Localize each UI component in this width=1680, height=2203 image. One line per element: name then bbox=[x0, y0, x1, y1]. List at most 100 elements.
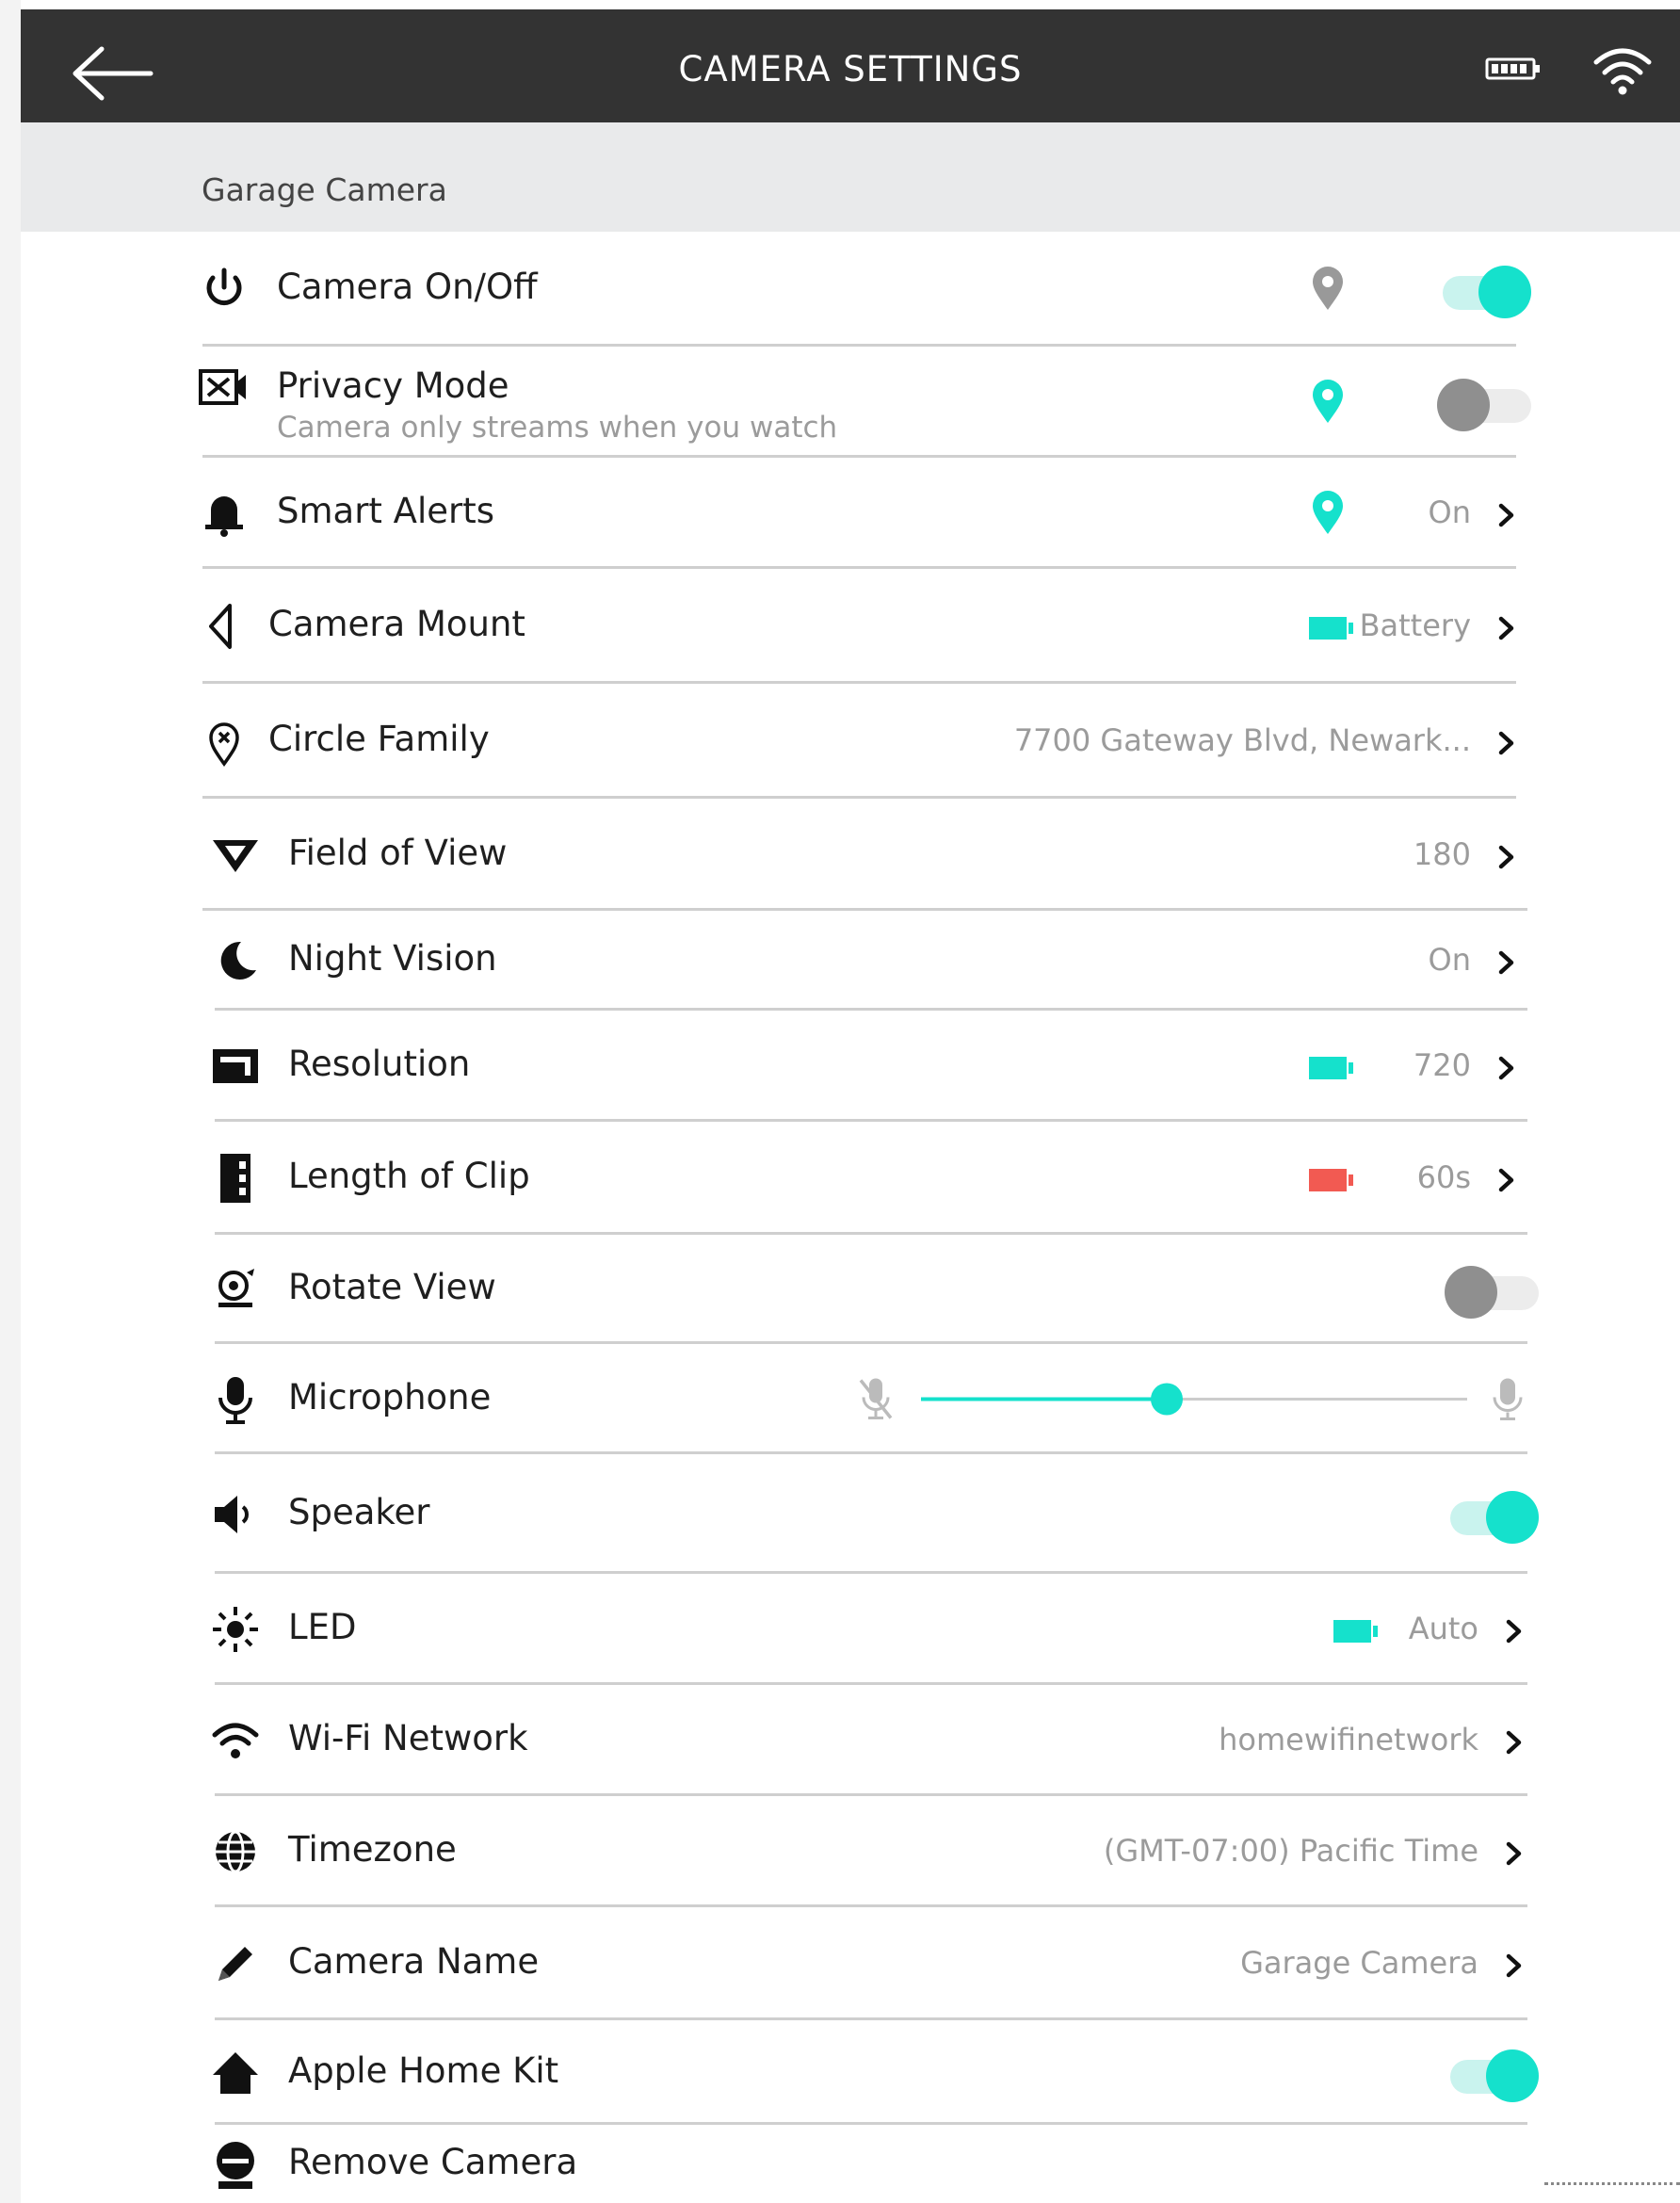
settings-row-night-vision[interactable]: Night Vision On bbox=[0, 911, 1680, 1011]
row-label: Speaker bbox=[288, 1491, 430, 1532]
slider-graphic[interactable] bbox=[0, 1344, 1680, 1454]
chevron-right-icon[interactable] bbox=[1495, 1166, 1518, 1194]
home-icon bbox=[213, 2051, 258, 2094]
wifi-status-icon bbox=[1593, 48, 1652, 95]
battery-indicator-icon bbox=[1333, 1620, 1378, 1643]
power-icon bbox=[206, 267, 242, 305]
row-label: Rotate View bbox=[288, 1267, 496, 1307]
speaker-icon bbox=[215, 1495, 249, 1533]
settings-row-wi-fi-network[interactable]: Wi-Fi Network homewifinetwork bbox=[0, 1685, 1680, 1796]
page-title: CAMERA SETTINGS bbox=[678, 49, 1023, 89]
film-strip-icon bbox=[220, 1154, 250, 1203]
location-pin-icon bbox=[1313, 266, 1343, 310]
section-header: Garage Camera bbox=[21, 122, 1680, 232]
field-of-view-icon bbox=[213, 839, 258, 872]
microphone-volume-slider[interactable] bbox=[0, 1344, 1680, 1454]
slider-knob[interactable] bbox=[1151, 1383, 1183, 1416]
settings-row-circle-family[interactable]: Circle Family 7700 Gateway Blvd, Newark..… bbox=[0, 684, 1680, 799]
privacy-camera-icon bbox=[199, 369, 246, 405]
toggle-knob bbox=[1478, 265, 1531, 318]
chevron-right-icon[interactable] bbox=[1495, 843, 1518, 871]
row-label: Circle Family bbox=[268, 719, 490, 759]
row-label: LED bbox=[288, 1607, 357, 1647]
location-pin-icon bbox=[1313, 491, 1343, 534]
location-icon bbox=[209, 722, 239, 768]
battery-indicator-icon bbox=[1309, 1169, 1353, 1191]
chevron-right-icon[interactable] bbox=[1495, 729, 1518, 757]
chevron-right-icon[interactable] bbox=[1495, 501, 1518, 529]
chevron-right-icon[interactable] bbox=[1495, 1054, 1518, 1082]
row-label: Resolution bbox=[288, 1044, 471, 1084]
row-value: 720 bbox=[1413, 1047, 1471, 1083]
settings-row-field-of-view[interactable]: Field of View 180 bbox=[0, 799, 1680, 911]
battery-indicator-icon bbox=[1309, 1057, 1353, 1079]
row-label: Wi-Fi Network bbox=[288, 1718, 528, 1758]
toggle-switch[interactable] bbox=[1445, 1260, 1539, 1319]
toggle-switch[interactable] bbox=[1437, 373, 1531, 431]
toggle-switch[interactable] bbox=[1445, 2044, 1539, 2102]
row-label: Smart Alerts bbox=[277, 491, 495, 531]
mute-mic-icon bbox=[859, 1378, 893, 1419]
wifi-icon bbox=[212, 1723, 259, 1758]
row-label: Camera On/Off bbox=[277, 266, 538, 307]
row-value: (GMT-07:00) Pacific Time bbox=[1103, 1833, 1478, 1869]
remove-camera-icon bbox=[217, 2141, 254, 2189]
toggle-switch[interactable] bbox=[1445, 1485, 1539, 1544]
toggle-knob bbox=[1445, 1266, 1497, 1319]
battery-status-icon bbox=[1485, 57, 1540, 80]
row-label: Night Vision bbox=[288, 938, 497, 979]
row-label: Camera Name bbox=[288, 1941, 540, 1982]
settings-row-length-of-clip[interactable]: Length of Clip 60s bbox=[0, 1122, 1680, 1235]
row-value: Battery bbox=[1359, 607, 1471, 643]
led-icon bbox=[213, 1607, 258, 1652]
row-label: Remove Camera bbox=[288, 2141, 578, 2182]
globe-icon bbox=[216, 1830, 255, 1873]
row-label: Apple Home Kit bbox=[288, 2049, 559, 2091]
row-label: Camera Mount bbox=[268, 604, 525, 644]
settings-row-privacy-mode[interactable]: Privacy Mode Camera only streams when you… bbox=[0, 347, 1680, 458]
toggle-switch[interactable] bbox=[1437, 260, 1531, 318]
pencil-icon bbox=[218, 1947, 252, 1981]
location-pin-icon bbox=[1313, 380, 1343, 423]
moon-icon bbox=[220, 941, 256, 980]
chevron-right-icon[interactable] bbox=[1503, 1839, 1526, 1868]
row-label: Timezone bbox=[288, 1829, 457, 1870]
row-value: 180 bbox=[1413, 835, 1471, 872]
row-value: homewifinetwork bbox=[1219, 1722, 1478, 1758]
settings-row-timezone[interactable]: Timezone (GMT-07:00) Pacific Time bbox=[0, 1796, 1680, 1907]
settings-row-speaker[interactable]: Speaker bbox=[0, 1454, 1680, 1574]
chevron-right-icon[interactable] bbox=[1495, 948, 1518, 977]
row-value: Auto bbox=[1408, 1611, 1478, 1646]
settings-row-resolution[interactable]: Resolution 720 bbox=[0, 1011, 1680, 1122]
settings-row-apple-home-kit[interactable]: Apple Home Kit bbox=[0, 2020, 1680, 2125]
dotted-divider bbox=[1544, 2182, 1680, 2185]
row-value: On bbox=[1428, 494, 1471, 530]
rotate-camera-icon bbox=[218, 1269, 254, 1307]
settings-row-remove-camera[interactable]: Remove Camera bbox=[0, 2125, 1680, 2203]
row-value: 7700 Gateway Blvd, Newark... bbox=[1013, 722, 1471, 758]
row-sublabel: Camera only streams when you watch bbox=[277, 411, 838, 445]
chevron-right-icon[interactable] bbox=[1495, 614, 1518, 642]
toggle-knob bbox=[1486, 1490, 1539, 1544]
settings-row-smart-alerts[interactable]: Smart Alerts On bbox=[0, 458, 1680, 569]
camera-settings-screen: CAMERA SETTINGS Garage Camera Camera On/… bbox=[0, 0, 1680, 2203]
bell-icon bbox=[205, 496, 243, 537]
settings-row-microphone[interactable]: Microphone bbox=[0, 1344, 1680, 1454]
settings-row-rotate-view[interactable]: Rotate View bbox=[0, 1235, 1680, 1344]
toggle-knob bbox=[1486, 2049, 1539, 2102]
chevron-right-icon[interactable] bbox=[1503, 1952, 1526, 1980]
section-label: Garage Camera bbox=[202, 171, 447, 208]
app-header: CAMERA SETTINGS bbox=[21, 9, 1680, 122]
mount-icon bbox=[209, 604, 232, 649]
settings-row-led[interactable]: LED Auto bbox=[0, 1574, 1680, 1685]
settings-row-camera-mount[interactable]: Camera Mount Battery bbox=[0, 569, 1680, 684]
settings-row-camera-name[interactable]: Camera Name Garage Camera bbox=[0, 1907, 1680, 2020]
settings-row-camera-on-off[interactable]: Camera On/Off bbox=[0, 231, 1680, 347]
resolution-icon bbox=[213, 1049, 258, 1083]
chevron-right-icon[interactable] bbox=[1503, 1728, 1526, 1757]
toggle-knob bbox=[1437, 379, 1490, 431]
battery-indicator-icon bbox=[1309, 617, 1353, 640]
row-value: On bbox=[1428, 942, 1471, 978]
chevron-right-icon[interactable] bbox=[1503, 1617, 1526, 1645]
row-label: Field of View bbox=[288, 832, 508, 873]
